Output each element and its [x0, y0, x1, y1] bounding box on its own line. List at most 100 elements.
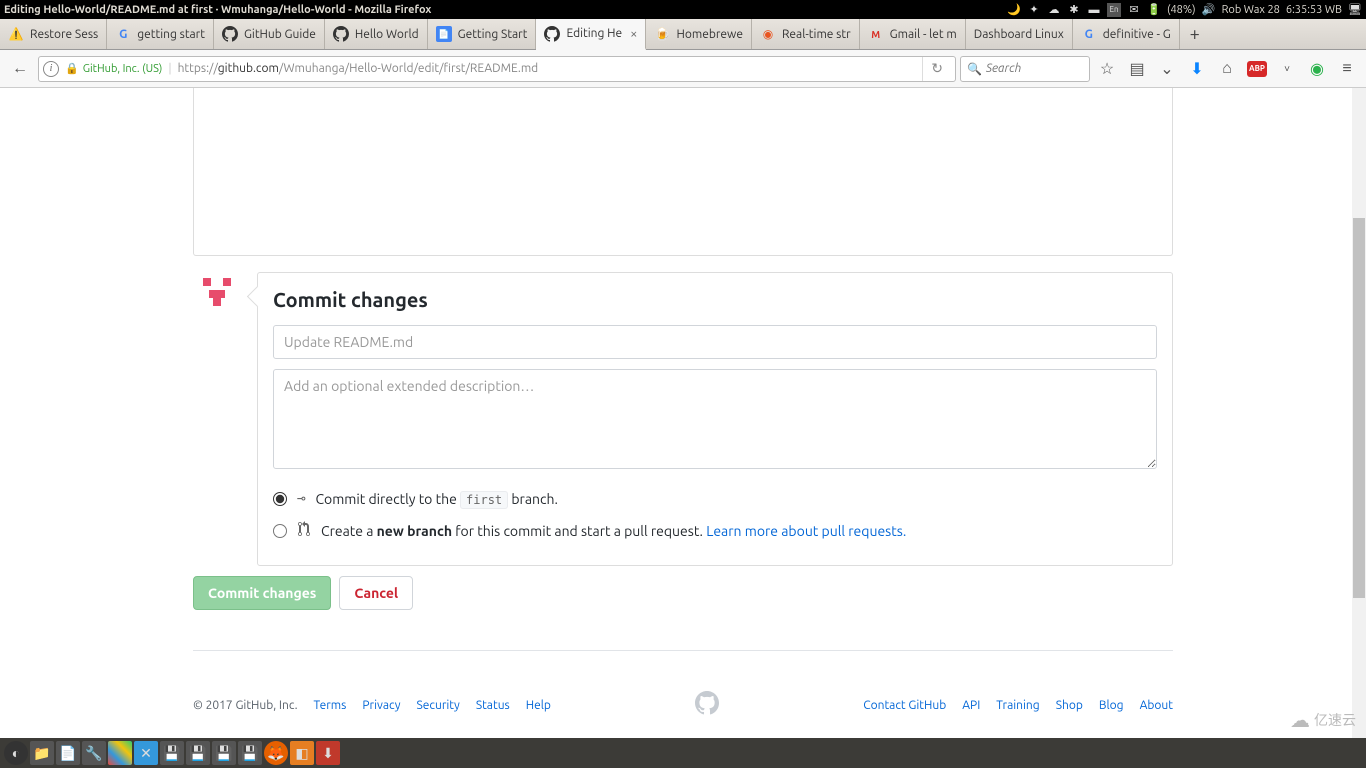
github-icon	[544, 26, 560, 42]
os-titlebar: Editing Hello-World/README.md at first ·…	[0, 0, 1366, 19]
footer-link-security[interactable]: Security	[417, 699, 460, 712]
task-firefox-icon[interactable]: 🦊	[264, 741, 288, 765]
scrollbar[interactable]	[1352, 88, 1366, 738]
tray-icon[interactable]: ✦	[1027, 3, 1041, 17]
browser-tabbar: ⚠️Restore Sess Ggetting start GitHub Gui…	[0, 19, 1366, 50]
search-bar[interactable]: 🔍	[960, 56, 1090, 82]
extension-icon[interactable]: ◉	[1304, 56, 1330, 82]
tab-getting-start-doc[interactable]: 📄Getting Start	[428, 19, 537, 49]
copyright: © 2017 GitHub, Inc.	[193, 699, 298, 712]
user-avatar	[193, 272, 241, 320]
footer-link-api[interactable]: API	[962, 699, 980, 712]
monitor-icon[interactable]: 🖥	[1348, 3, 1362, 17]
radio-direct[interactable]	[273, 492, 287, 506]
footer-link-terms[interactable]: Terms	[314, 699, 347, 712]
task-drive-icon[interactable]: 💾	[160, 741, 184, 765]
start-icon[interactable]: ◐	[4, 741, 28, 765]
pocket-icon[interactable]: ⌄	[1154, 56, 1180, 82]
abp-icon[interactable]: ABP	[1244, 56, 1270, 82]
tab-realtime[interactable]: ◉Real-time str	[752, 19, 860, 49]
homebrew-icon: 🍺	[654, 26, 670, 42]
battery-icon[interactable]: 🔋	[1147, 3, 1161, 17]
cancel-button[interactable]: Cancel	[339, 576, 413, 610]
commit-newbranch-option[interactable]: Create a new branch for this commit and …	[273, 517, 1157, 550]
github-icon	[333, 26, 349, 42]
lock-icon: 🔒	[65, 62, 79, 75]
task-tools-icon[interactable]: 🔧	[82, 741, 106, 765]
footer-link-training[interactable]: Training	[996, 699, 1039, 712]
commit-button[interactable]: Commit changes	[193, 576, 331, 610]
google-icon: G	[1081, 26, 1097, 42]
chevron-down-icon[interactable]: ˅	[1274, 56, 1300, 82]
warning-icon: ⚠️	[8, 26, 24, 42]
footer-link-shop[interactable]: Shop	[1056, 699, 1083, 712]
commit-direct-option[interactable]: ⊸ Commit directly to the first branch.	[273, 487, 1157, 517]
tray-icon[interactable]: ✱	[1067, 3, 1081, 17]
tray-icon[interactable]: ▬	[1087, 3, 1101, 17]
task-app-icon[interactable]: ✕	[134, 741, 158, 765]
new-tab-button[interactable]: +	[1180, 19, 1210, 49]
downloads-icon[interactable]: ⬇	[1184, 56, 1210, 82]
search-engine-icon: 🔍	[967, 62, 982, 76]
tab-definitive[interactable]: Gdefinitive - G	[1073, 19, 1180, 49]
tab-editing-active[interactable]: Editing He×	[536, 19, 646, 50]
tab-restore[interactable]: ⚠️Restore Sess	[0, 19, 107, 49]
tab-gmail[interactable]: MGmail - let m	[860, 19, 966, 49]
tray-icon[interactable]: ☁	[1047, 3, 1061, 17]
ubuntu-icon: ◉	[760, 26, 776, 42]
tab-github-guide[interactable]: GitHub Guide	[214, 19, 325, 49]
task-app-icon[interactable]: ◧	[290, 741, 314, 765]
volume-icon[interactable]: 🔊	[1202, 3, 1216, 17]
pull-request-icon	[297, 521, 311, 540]
tray-icon[interactable]: 🌙	[1007, 3, 1021, 17]
tab-dashboard[interactable]: Dashboard Linux	[966, 19, 1073, 49]
task-app-icon[interactable]: ⬇	[316, 741, 340, 765]
url-text: https://github.com/Wmuhanga/Hello-World/…	[178, 62, 539, 75]
tab-homebrew[interactable]: 🍺Homebrewe	[646, 19, 751, 49]
task-drive-icon[interactable]: 💾	[212, 741, 236, 765]
refresh-button[interactable]: ↻	[922, 57, 951, 81]
window-title: Editing Hello-World/README.md at first ·…	[4, 4, 431, 16]
github-icon	[222, 26, 238, 42]
commit-panel: Commit changes ⊸ Commit directly to the …	[257, 272, 1173, 566]
task-app-icon[interactable]: 📄	[56, 741, 80, 765]
task-app-icon[interactable]	[108, 741, 132, 765]
footer-link-privacy[interactable]: Privacy	[362, 699, 400, 712]
search-input[interactable]	[986, 62, 1083, 75]
task-files-icon[interactable]: 📁	[30, 741, 54, 765]
branch-name: first	[460, 491, 508, 509]
cloud-icon: ☁	[1290, 708, 1310, 732]
cert-label: GitHub, Inc. (US)	[83, 63, 163, 75]
back-button[interactable]: ←	[6, 55, 34, 83]
commit-description-input[interactable]	[273, 369, 1157, 469]
close-icon[interactable]: ×	[630, 27, 637, 41]
pr-learn-link[interactable]: Learn more about pull requests.	[706, 523, 906, 539]
browser-navbar: ← i 🔒 GitHub, Inc. (US) | https://github…	[0, 50, 1366, 88]
mail-icon[interactable]: ✉	[1127, 3, 1141, 17]
footer-link-blog[interactable]: Blog	[1099, 699, 1124, 712]
radio-newbranch[interactable]	[273, 524, 287, 538]
url-bar[interactable]: i 🔒 GitHub, Inc. (US) | https://github.c…	[38, 56, 956, 82]
task-drive-icon[interactable]: 💾	[238, 741, 262, 765]
menu-icon[interactable]: ≡	[1334, 56, 1360, 82]
page-content: Commit changes ⊸ Commit directly to the …	[0, 88, 1366, 738]
bookmark-star-icon[interactable]: ☆	[1094, 56, 1120, 82]
github-logo-icon[interactable]	[695, 691, 719, 720]
editor-area[interactable]	[193, 88, 1173, 256]
task-drive-icon[interactable]: 💾	[186, 741, 210, 765]
commit-summary-input[interactable]	[273, 325, 1157, 359]
user-label: Rob Wax 28	[1222, 4, 1280, 16]
tab-getting-started[interactable]: Ggetting start	[107, 19, 214, 49]
library-icon[interactable]: ▤	[1124, 56, 1150, 82]
scrollbar-thumb[interactable]	[1353, 218, 1365, 598]
footer-link-status[interactable]: Status	[476, 699, 510, 712]
tab-hello-world[interactable]: Hello World	[325, 19, 428, 49]
footer-link-about[interactable]: About	[1140, 699, 1173, 712]
tray-icon[interactable]: En	[1107, 3, 1121, 17]
footer-link-contact[interactable]: Contact GitHub	[863, 699, 946, 712]
os-taskbar: ◐ 📁 📄 🔧 ✕ 💾 💾 💾 💾 🦊 ◧ ⬇	[0, 738, 1366, 768]
info-icon[interactable]: i	[43, 61, 59, 77]
footer-link-help[interactable]: Help	[526, 699, 551, 712]
home-icon[interactable]: ⌂	[1214, 56, 1240, 82]
branch-icon: ⊸	[297, 491, 305, 507]
